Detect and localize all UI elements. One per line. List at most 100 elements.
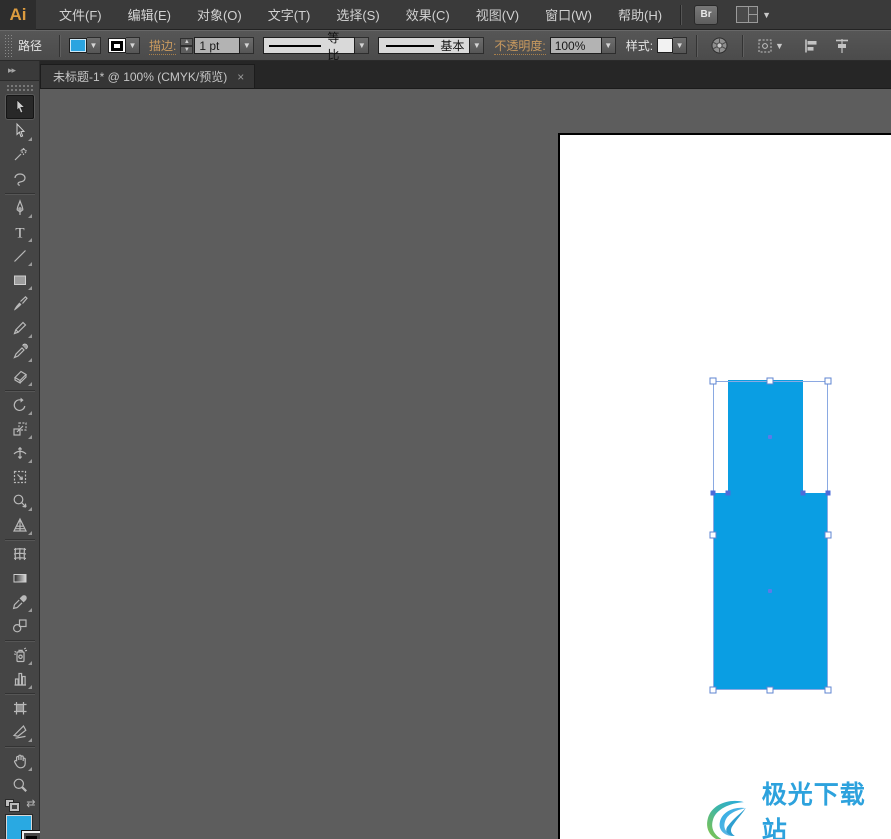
stroke-color-control[interactable]: ▼ (108, 37, 140, 54)
selection-handle[interactable] (767, 687, 774, 694)
symbol-sprayer-tool[interactable] (6, 643, 34, 667)
chevron-down-icon[interactable]: ▼ (126, 37, 140, 54)
chevron-down-icon[interactable]: ▼ (355, 37, 369, 54)
panel-grip[interactable] (4, 34, 12, 58)
selection-handle[interactable] (825, 378, 832, 385)
toolbar-divider (5, 539, 35, 540)
lasso-tool[interactable] (6, 167, 34, 191)
paintbrush-tool[interactable] (6, 292, 34, 316)
fill-color-swatch[interactable] (69, 38, 87, 53)
brush-definition-select[interactable]: 基本 (378, 37, 470, 54)
selection-handle[interactable] (825, 532, 832, 539)
artboard[interactable] (558, 133, 891, 839)
perspective-grid-tool[interactable] (6, 513, 34, 537)
tools-panel-header[interactable]: ▸▸ (0, 61, 39, 81)
artboard-tool[interactable] (6, 696, 34, 720)
chevron-down-icon[interactable]: ▼ (240, 37, 254, 54)
scale-tool[interactable] (6, 417, 34, 441)
slice-tool[interactable] (6, 720, 34, 744)
variable-width-profile-select[interactable]: 等比 (263, 37, 355, 54)
anchor-point[interactable] (711, 491, 716, 496)
column-graph-icon (11, 670, 29, 688)
bridge-button[interactable]: Br (694, 5, 718, 25)
selection-handle[interactable] (825, 687, 832, 694)
blob-brush-tool[interactable] (6, 340, 34, 364)
perspective-grid-icon (11, 516, 29, 534)
selection-handle[interactable] (710, 532, 717, 539)
rotate-tool[interactable] (6, 393, 34, 417)
graphic-style-swatch[interactable] (657, 38, 673, 53)
menu-item-window[interactable]: 窗口(W) (532, 0, 605, 30)
close-icon[interactable]: × (237, 70, 244, 84)
align-horizontal-center-icon[interactable] (834, 38, 850, 54)
anchor-point[interactable] (726, 491, 731, 496)
menu-item-select[interactable]: 选择(S) (323, 0, 392, 30)
anchor-point[interactable] (826, 491, 831, 496)
stroke-color-proxy[interactable] (22, 831, 42, 839)
menu-item-view[interactable]: 视图(V) (463, 0, 532, 30)
menu-item-help[interactable]: 帮助(H) (605, 0, 675, 30)
default-colors-icon[interactable] (5, 799, 19, 811)
menu-item-type[interactable]: 文字(T) (255, 0, 324, 30)
chevron-down-icon[interactable]: ▼ (602, 37, 616, 54)
pen-icon (11, 199, 29, 217)
stroke-weight-stepper[interactable]: ▲▼ (180, 38, 193, 54)
document-title: 未标题-1* @ 100% (CMYK/预览) (53, 68, 227, 85)
selection-handle[interactable] (767, 378, 774, 385)
chevron-down-icon[interactable]: ▼ (87, 37, 101, 54)
flyout-indicator (28, 685, 32, 689)
gradient-tool[interactable] (6, 566, 34, 590)
selection-handle[interactable] (710, 378, 717, 385)
eraser-tool[interactable] (6, 364, 34, 388)
pencil-tool[interactable] (6, 316, 34, 340)
document-tab[interactable]: 未标题-1* @ 100% (CMYK/预览) × (40, 64, 255, 88)
recolor-artwork-icon[interactable] (711, 37, 728, 54)
column-graph-tool[interactable] (6, 667, 34, 691)
workspace-switcher[interactable]: ▼ (736, 6, 771, 23)
chevron-down-icon[interactable]: ▼ (673, 37, 687, 54)
selected-rectangle-small[interactable] (728, 380, 803, 493)
stroke-panel-link[interactable]: 描边: (149, 37, 176, 55)
chevron-down-icon[interactable]: ▼ (470, 37, 484, 54)
fill-color-control[interactable]: ▼ (69, 37, 101, 54)
artboard-icon (11, 699, 29, 717)
opacity-input[interactable]: 100% (550, 37, 602, 54)
watermark-site-name: 极光下载站 (762, 775, 891, 839)
line-segment-tool[interactable] (6, 244, 34, 268)
magic-wand-tool[interactable] (6, 143, 34, 167)
menu-item-edit[interactable]: 编辑(E) (115, 0, 184, 30)
flyout-indicator (28, 661, 32, 665)
align-horizontal-left-icon[interactable] (803, 38, 819, 54)
selection-handle[interactable] (710, 687, 717, 694)
opacity-panel-link[interactable]: 不透明度: (494, 37, 545, 55)
swap-colors-icon[interactable]: ⇄ (26, 797, 35, 810)
type-tool[interactable]: T (6, 220, 34, 244)
zoom-tool[interactable] (6, 773, 34, 797)
anchor-point[interactable] (801, 491, 806, 496)
menu-item-effect[interactable]: 效果(C) (393, 0, 463, 30)
flyout-indicator (28, 262, 32, 266)
menu-item-object[interactable]: 对象(O) (184, 0, 255, 30)
direct-selection-tool[interactable] (6, 119, 34, 143)
shape-builder-tool[interactable] (6, 489, 34, 513)
blend-tool[interactable] (6, 614, 34, 638)
hand-tool[interactable] (6, 749, 34, 773)
divider (59, 35, 60, 57)
free-transform-tool[interactable] (6, 465, 34, 489)
stroke-weight-input[interactable]: 1 pt (194, 37, 240, 54)
mesh-tool[interactable] (6, 542, 34, 566)
select-similar-control[interactable]: ▼ (757, 38, 784, 54)
rectangle-tool[interactable] (6, 268, 34, 292)
pen-tool[interactable] (6, 196, 34, 220)
eyedropper-tool[interactable] (6, 590, 34, 614)
tools-panel-grip[interactable] (7, 85, 33, 91)
document-tab-bar: 未标题-1* @ 100% (CMYK/预览) × (40, 61, 891, 89)
gradient-icon (11, 569, 29, 587)
stroke-color-swatch[interactable] (108, 38, 126, 53)
magic-wand-icon (11, 146, 29, 164)
canvas[interactable]: 极光下载站 www.xz7.com (40, 89, 891, 839)
selection-tool[interactable] (6, 95, 34, 119)
collapse-panel-icon[interactable]: ▸▸ (8, 65, 15, 76)
menu-item-file[interactable]: 文件(F) (46, 0, 115, 30)
width-tool[interactable] (6, 441, 34, 465)
